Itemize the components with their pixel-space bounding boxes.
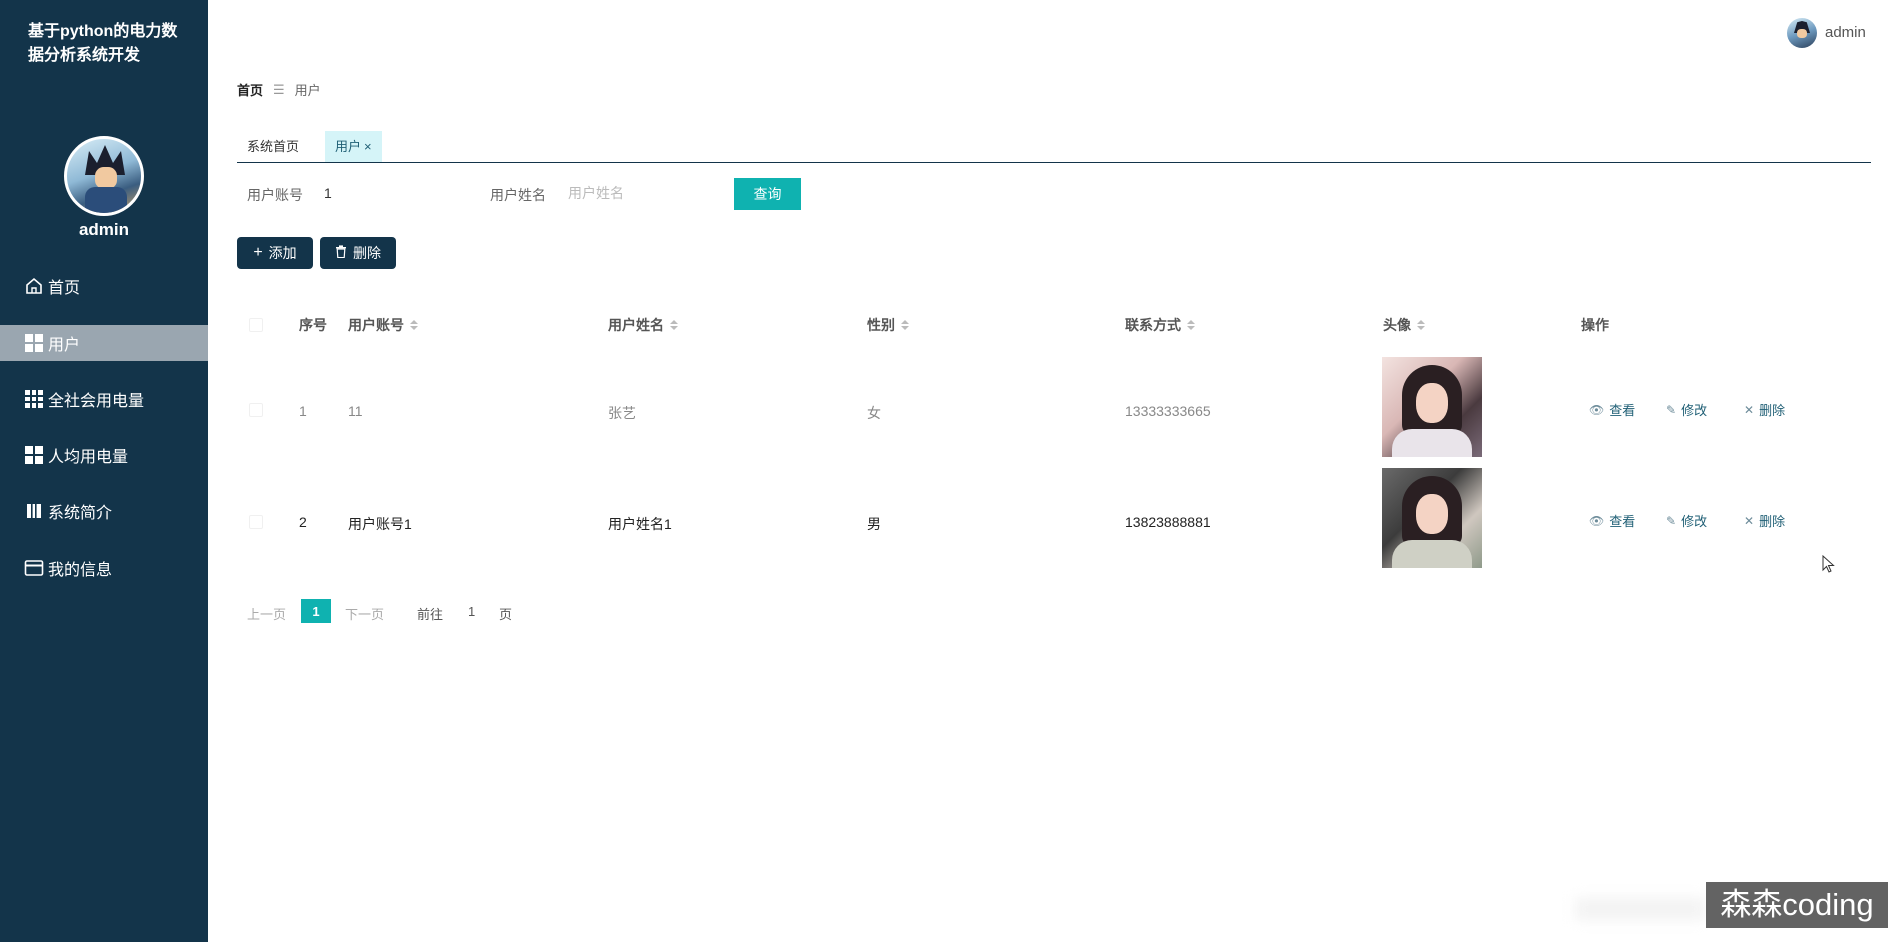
header-phone[interactable]: 联系方式 <box>1125 315 1195 335</box>
close-icon: ✕ <box>1744 402 1755 417</box>
sidebar-item-total-power[interactable]: 全社会用电量 <box>0 381 208 417</box>
sidebar-item-label: 首页 <box>48 280 81 297</box>
sidebar-item-users[interactable]: 用户 <box>0 325 208 361</box>
account-label: 用户账号 <box>247 187 303 203</box>
cell-name: 张艺 <box>608 405 636 421</box>
trash-icon <box>335 244 347 262</box>
header-avatar[interactable] <box>1787 18 1817 48</box>
row-delete-button[interactable]: ✕ 删除 <box>1744 400 1785 419</box>
cell-account: 用户账号1 <box>348 516 412 532</box>
sidebar-avatar <box>64 136 144 216</box>
account-input[interactable] <box>324 181 474 205</box>
page-number-current[interactable]: 1 <box>301 599 331 623</box>
watermark-blur <box>1575 897 1705 921</box>
tab-label: 用户 <box>335 139 362 154</box>
close-icon: ✕ <box>1744 513 1755 528</box>
breadcrumb-home[interactable]: 首页 <box>237 80 263 99</box>
book-icon <box>24 501 44 521</box>
cell-account: 11 <box>348 403 363 419</box>
tab-users[interactable]: 用户 × <box>325 131 382 162</box>
prev-page-button[interactable]: 上一页 <box>247 604 286 623</box>
delete-label: 删除 <box>353 245 381 261</box>
sidebar-username: admin <box>78 220 130 239</box>
eye-icon: 👁 <box>1589 513 1605 528</box>
edit-icon: ✎ <box>1666 402 1677 417</box>
watermark: 森森coding <box>1706 882 1888 928</box>
view-button[interactable]: 👁 查看 <box>1589 511 1635 530</box>
tab-bar: 系统首页 用户 × <box>237 131 1871 163</box>
row-checkbox[interactable] <box>249 403 263 417</box>
sidebar: 基于python的电力数据分析系统开发 admin 首页 用户 全社会用电量 人… <box>0 0 208 942</box>
header-account[interactable]: 用户账号 <box>348 315 418 335</box>
tab-system-home[interactable]: 系统首页 <box>237 131 309 162</box>
sort-icon[interactable] <box>410 320 418 330</box>
name-input[interactable] <box>568 181 718 205</box>
breadcrumb: 首页 ☰ 用户 <box>237 80 321 99</box>
grid-icon <box>24 333 44 353</box>
user-photo[interactable] <box>1382 357 1482 457</box>
header-avatar[interactable]: 头像 <box>1383 315 1425 335</box>
sidebar-item-label: 我的信息 <box>48 562 113 579</box>
view-button[interactable]: 👁 查看 <box>1589 400 1635 419</box>
row-checkbox[interactable] <box>249 515 263 529</box>
grid-icon <box>24 445 44 465</box>
sidebar-item-label: 系统简介 <box>48 505 113 522</box>
add-label: 添加 <box>268 245 297 261</box>
sidebar-item-label: 人均用电量 <box>48 449 129 466</box>
close-icon[interactable]: × <box>364 139 372 154</box>
sort-icon[interactable] <box>1417 320 1425 330</box>
add-button[interactable]: + 添加 <box>237 237 313 269</box>
goto-label: 前往 <box>417 607 444 622</box>
menu-icon: ☰ <box>273 81 285 97</box>
edit-button[interactable]: ✎ 修改 <box>1666 400 1707 419</box>
select-all-checkbox[interactable] <box>249 318 263 332</box>
header-username[interactable]: admin <box>1825 24 1866 41</box>
grid9-icon <box>24 389 44 409</box>
header-name[interactable]: 用户姓名 <box>608 315 678 335</box>
eye-icon: 👁 <box>1589 402 1605 417</box>
edit-button[interactable]: ✎ 修改 <box>1666 511 1707 530</box>
sort-icon[interactable] <box>670 320 678 330</box>
cell-index: 1 <box>299 403 307 419</box>
user-photo[interactable] <box>1382 468 1482 568</box>
home-icon <box>24 276 44 296</box>
plus-icon: + <box>253 244 263 261</box>
cell-name: 用户姓名1 <box>608 516 672 532</box>
next-page-button[interactable]: 下一页 <box>345 604 384 623</box>
sidebar-item-home[interactable]: 首页 <box>0 268 208 304</box>
sidebar-item-label: 用户 <box>48 337 81 354</box>
mouse-cursor-icon <box>1822 555 1835 573</box>
row-delete-button[interactable]: ✕ 删除 <box>1744 511 1785 530</box>
sort-icon[interactable] <box>1187 320 1195 330</box>
sidebar-item-about[interactable]: 系统简介 <box>0 493 208 529</box>
header-operation: 操作 <box>1581 317 1609 333</box>
cell-phone: 13823888881 <box>1125 514 1211 530</box>
breadcrumb-current: 用户 <box>294 83 321 98</box>
cell-phone: 13333333665 <box>1125 403 1211 419</box>
cell-gender: 女 <box>867 405 881 421</box>
card-icon <box>24 558 44 578</box>
header-index: 序号 <box>299 317 327 333</box>
delete-button[interactable]: 删除 <box>320 237 396 269</box>
query-button[interactable]: 查询 <box>734 178 801 210</box>
app-title: 基于python的电力数据分析系统开发 <box>28 23 178 64</box>
cell-gender: 男 <box>867 516 881 532</box>
edit-icon: ✎ <box>1666 513 1677 528</box>
header-gender[interactable]: 性别 <box>867 315 909 335</box>
sidebar-item-my-info[interactable]: 我的信息 <box>0 550 208 586</box>
cell-index: 2 <box>299 514 307 530</box>
goto-page-input[interactable]: 1 <box>468 604 475 619</box>
sidebar-item-label: 全社会用电量 <box>48 393 145 410</box>
sidebar-item-per-capita-power[interactable]: 人均用电量 <box>0 437 208 473</box>
name-label: 用户姓名 <box>490 187 546 203</box>
sort-icon[interactable] <box>901 320 909 330</box>
page-unit-label: 页 <box>499 607 513 622</box>
